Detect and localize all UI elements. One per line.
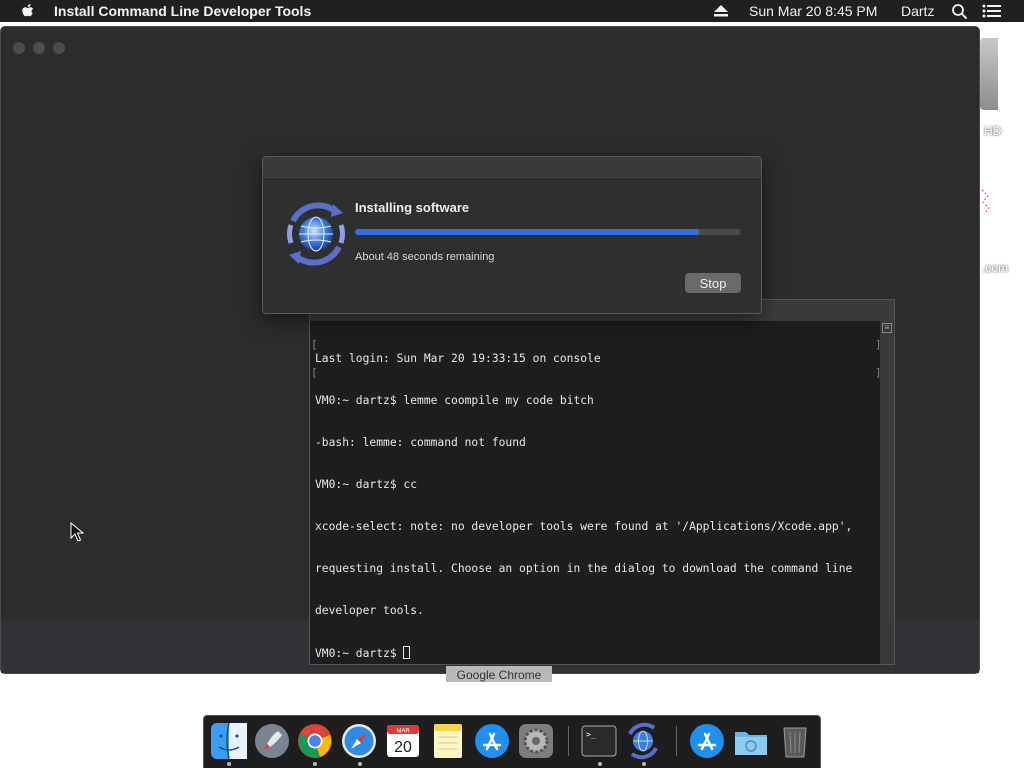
- scroll-toggle-icon[interactable]: ≡: [882, 323, 892, 333]
- chrome-icon[interactable]: [296, 722, 334, 760]
- running-indicator: [358, 762, 362, 766]
- terminal-line: VM0:~ dartz$ lemme coompile my code bitc…: [315, 394, 594, 407]
- window-zoom-button[interactable]: [53, 42, 65, 54]
- desktop-document-icon[interactable]: [980, 180, 996, 224]
- notes-icon[interactable]: [429, 722, 467, 760]
- running-indicator: [598, 762, 602, 766]
- running-indicator: [313, 762, 317, 766]
- terminal-scrollbar[interactable]: ≡: [880, 321, 894, 664]
- install-command-line-tools-icon[interactable]: [624, 722, 662, 760]
- terminal-line: requesting install. Choose an option in …: [315, 562, 853, 575]
- running-indicator: [642, 762, 646, 766]
- software-update-icon: [287, 202, 345, 266]
- text-cursor: [403, 646, 411, 659]
- finder-icon[interactable]: [210, 722, 248, 760]
- terminal-prompt: VM0:~ dartz$: [315, 647, 404, 660]
- svg-text:>_: >_: [586, 730, 596, 739]
- terminal-line: VM0:~ dartz$ cc: [315, 478, 418, 491]
- terminal-window[interactable]: Last login: Sun Mar 20 19:33:15 on conso…: [309, 299, 895, 665]
- spotlight-icon[interactable]: [951, 3, 968, 20]
- mark-bracket-left: [: [311, 366, 318, 379]
- hard-drive-label[interactable]: HD: [984, 124, 1001, 138]
- launchpad-icon[interactable]: [253, 722, 291, 760]
- calendar-day: 20: [394, 739, 412, 756]
- dock: MAR 20 >_: [203, 715, 821, 768]
- installer-titlebar[interactable]: [263, 157, 761, 180]
- trash-icon[interactable]: [776, 722, 814, 760]
- safari-icon[interactable]: [340, 722, 378, 760]
- menubar-clock[interactable]: Sun Mar 20 8:45 PM: [749, 3, 877, 19]
- system-preferences-icon[interactable]: [517, 722, 555, 760]
- terminal-line: -bash: lemme: command not found: [315, 436, 526, 449]
- desktop-com-label[interactable]: .com: [982, 261, 1008, 275]
- folder-icon[interactable]: [732, 722, 770, 760]
- installer-dialog: Installing software About 48 seconds rem…: [262, 156, 762, 314]
- mouse-pointer-icon: [70, 522, 84, 542]
- menu-bar: Install Command Line Developer Tools Sun…: [0, 0, 1024, 22]
- terminal-output[interactable]: Last login: Sun Mar 20 19:33:15 on conso…: [315, 324, 875, 689]
- install-progress-fill: [355, 229, 699, 235]
- apple-icon[interactable]: [20, 2, 36, 20]
- window-minimize-button[interactable]: [33, 42, 45, 54]
- terminal-line: developer tools.: [315, 604, 424, 617]
- app-menu-title[interactable]: Install Command Line Developer Tools: [54, 3, 311, 19]
- terminal-icon[interactable]: >_: [580, 722, 618, 760]
- stop-button[interactable]: Stop: [685, 273, 741, 293]
- applications-stack-icon[interactable]: [688, 722, 726, 760]
- window-close-button[interactable]: [13, 42, 25, 54]
- hard-drive-icon[interactable]: [980, 38, 998, 110]
- calendar-icon[interactable]: MAR 20: [384, 722, 422, 760]
- dock-tooltip: Google Chrome: [446, 666, 552, 682]
- running-indicator: [227, 762, 231, 766]
- notification-center-icon[interactable]: [982, 4, 1002, 18]
- eject-icon[interactable]: [713, 5, 729, 17]
- terminal-line: Last login: Sun Mar 20 19:33:15 on conso…: [315, 352, 601, 365]
- menubar-user[interactable]: Dartz: [901, 3, 934, 19]
- time-remaining-text: About 48 seconds remaining: [355, 251, 495, 263]
- terminal-prompt-line[interactable]: VM0:~ dartz$: [315, 646, 875, 661]
- dock-separator: [568, 726, 569, 756]
- mark-bracket-left: [: [311, 338, 318, 351]
- terminal-line: xcode-select: note: no developer tools w…: [315, 520, 853, 533]
- installer-heading: Installing software: [355, 200, 470, 215]
- install-progress-bar: [355, 229, 741, 235]
- app-store-icon[interactable]: [473, 722, 511, 760]
- dock-separator: [676, 726, 677, 756]
- calendar-month: MAR: [396, 729, 410, 735]
